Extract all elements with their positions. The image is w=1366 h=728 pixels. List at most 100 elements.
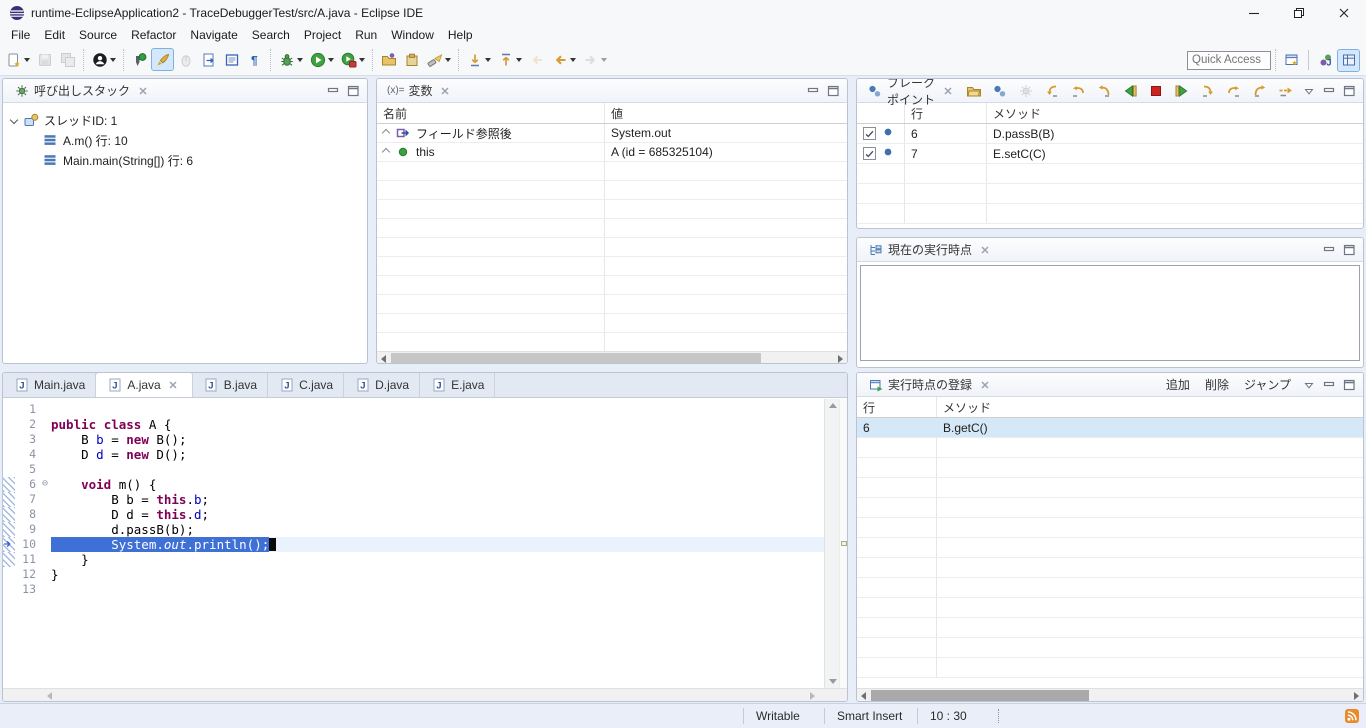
editor-hscrollbar[interactable] [3, 688, 847, 701]
view-menu-icon[interactable] [1300, 376, 1317, 393]
empty-row[interactable] [377, 219, 847, 238]
empty-row[interactable] [377, 162, 847, 181]
maximize-panel-icon[interactable] [1340, 241, 1357, 258]
minimize-panel-icon[interactable] [324, 82, 341, 99]
open-folder-button[interactable] [963, 80, 984, 101]
breakpoint-pair-button[interactable] [989, 80, 1010, 101]
empty-row[interactable] [857, 498, 1363, 518]
code-line[interactable]: 6⊖ void m() { [3, 477, 824, 492]
pin-trace-button[interactable] [129, 49, 150, 70]
code-line[interactable]: 11 } [3, 552, 824, 567]
expand-chevron-icon[interactable] [382, 148, 390, 156]
view-menu-icon[interactable] [1300, 82, 1317, 99]
current-point-content[interactable] [860, 265, 1360, 361]
registration-header[interactable]: 行 メソッド [857, 397, 1363, 418]
empty-row[interactable] [857, 184, 1363, 204]
refresh-editor-button[interactable] [198, 49, 219, 70]
code-line[interactable]: 9 d.passB(b); [3, 522, 824, 537]
code-line[interactable]: 10 System.out.println(); [3, 537, 824, 552]
action-削除[interactable]: 削除 [1199, 376, 1235, 393]
debug-sun-button[interactable] [1015, 80, 1036, 101]
scroll-left-arrow-icon[interactable] [857, 689, 870, 702]
minimize-panel-icon[interactable] [1320, 241, 1337, 258]
p-min-icon[interactable] [1320, 82, 1337, 99]
editor-tab-A.java[interactable]: JA.java [96, 372, 192, 397]
empty-row[interactable] [857, 164, 1363, 184]
scroll-right-arrow-icon[interactable] [806, 689, 819, 702]
code-line[interactable]: 5 [3, 462, 824, 477]
overview-ruler[interactable] [839, 399, 847, 688]
forward-button[interactable] [580, 49, 609, 70]
close-tab-icon[interactable] [437, 82, 454, 99]
variables-hscrollbar[interactable] [377, 351, 847, 364]
close-tab-icon[interactable] [976, 376, 993, 393]
empty-row[interactable] [857, 518, 1363, 538]
editor-tab-E.java[interactable]: JE.java [420, 372, 495, 397]
tab-current-point[interactable]: 現在の実行時点 [861, 238, 999, 261]
maximize-panel-icon[interactable] [344, 82, 361, 99]
scroll-down-arrow-icon[interactable] [826, 675, 839, 688]
p-max-icon[interactable] [1340, 82, 1357, 99]
empty-row[interactable] [857, 578, 1363, 598]
quick-access-input[interactable] [1187, 51, 1271, 70]
editor-tab-Main.java[interactable]: JMain.java [3, 372, 96, 397]
open-type-button[interactable] [378, 49, 399, 70]
code-editor[interactable]: 12public class A {3 B b = new B();4 D d … [3, 399, 824, 688]
run-external-button[interactable] [338, 49, 367, 70]
cursor-position-status[interactable]: 10 : 30 [918, 704, 988, 728]
save-button[interactable] [34, 49, 55, 70]
brush-trace-button[interactable] [152, 49, 173, 70]
empty-row[interactable] [377, 314, 847, 333]
menu-file[interactable]: File [4, 27, 37, 43]
empty-row[interactable] [857, 204, 1363, 224]
minimize-window-button[interactable] [1231, 0, 1276, 26]
empty-row[interactable] [377, 238, 847, 257]
empty-row[interactable] [857, 478, 1363, 498]
code-line[interactable]: 1 [3, 402, 824, 417]
pilcrow-button[interactable]: ¶ [244, 49, 265, 70]
variable-row[interactable]: thisA (id = 685325104) [377, 143, 847, 162]
editor-vscrollbar[interactable] [824, 399, 839, 688]
debug-dropdown-icon[interactable] [297, 58, 303, 62]
user-profile-button[interactable] [89, 49, 118, 70]
menu-navigate[interactable]: Navigate [183, 27, 244, 43]
overview-marker[interactable] [841, 541, 847, 546]
empty-row[interactable] [377, 333, 847, 352]
empty-row[interactable] [377, 181, 847, 200]
variable-row[interactable]: フィールド参照後System.out [377, 124, 847, 143]
expand-chevron-icon[interactable] [382, 129, 390, 137]
empty-row[interactable] [857, 458, 1363, 478]
prev-annotation-button[interactable] [495, 49, 524, 70]
code-line[interactable]: 2public class A { [3, 417, 824, 432]
collapse-chevron-icon[interactable] [10, 116, 18, 124]
scroll-left-arrow-icon[interactable] [377, 352, 390, 364]
forward-dropdown-icon[interactable] [601, 58, 607, 62]
run-external-dropdown-icon[interactable] [359, 58, 365, 62]
resume-forward-button[interactable] [1171, 80, 1192, 101]
menu-project[interactable]: Project [297, 27, 348, 43]
last-edit-location-button[interactable] [526, 49, 547, 70]
code-line[interactable]: 3 B b = new B(); [3, 432, 824, 447]
search-flashlight-button[interactable] [424, 49, 453, 70]
tab-breakpoints[interactable]: ブレークポイント [861, 79, 962, 102]
empty-row[interactable] [857, 658, 1363, 678]
empty-row[interactable] [377, 295, 847, 314]
scroll-right-arrow-icon[interactable] [1350, 689, 1363, 702]
open-resource-button[interactable] [401, 49, 422, 70]
breakpoint-checkbox[interactable] [863, 127, 876, 140]
next-annotation-dropdown-icon[interactable] [485, 58, 491, 62]
scrollbar-thumb[interactable] [871, 690, 1089, 701]
registration-hscrollbar[interactable] [857, 688, 1363, 701]
minimize-panel-icon[interactable] [804, 82, 821, 99]
terminate-button[interactable] [1145, 80, 1166, 101]
p-max-icon[interactable] [1340, 376, 1357, 393]
step-back-over-button[interactable] [1067, 80, 1088, 101]
empty-row[interactable] [377, 200, 847, 219]
menu-window[interactable]: Window [384, 27, 441, 43]
close-tab-icon[interactable] [976, 241, 993, 258]
scroll-left-arrow-icon[interactable] [43, 689, 56, 702]
editor-tab-D.java[interactable]: JD.java [344, 372, 420, 397]
editor-tab-C.java[interactable]: JC.java [268, 372, 344, 397]
search-flashlight-dropdown-icon[interactable] [445, 58, 451, 62]
breakpoint-checkbox[interactable] [863, 147, 876, 160]
